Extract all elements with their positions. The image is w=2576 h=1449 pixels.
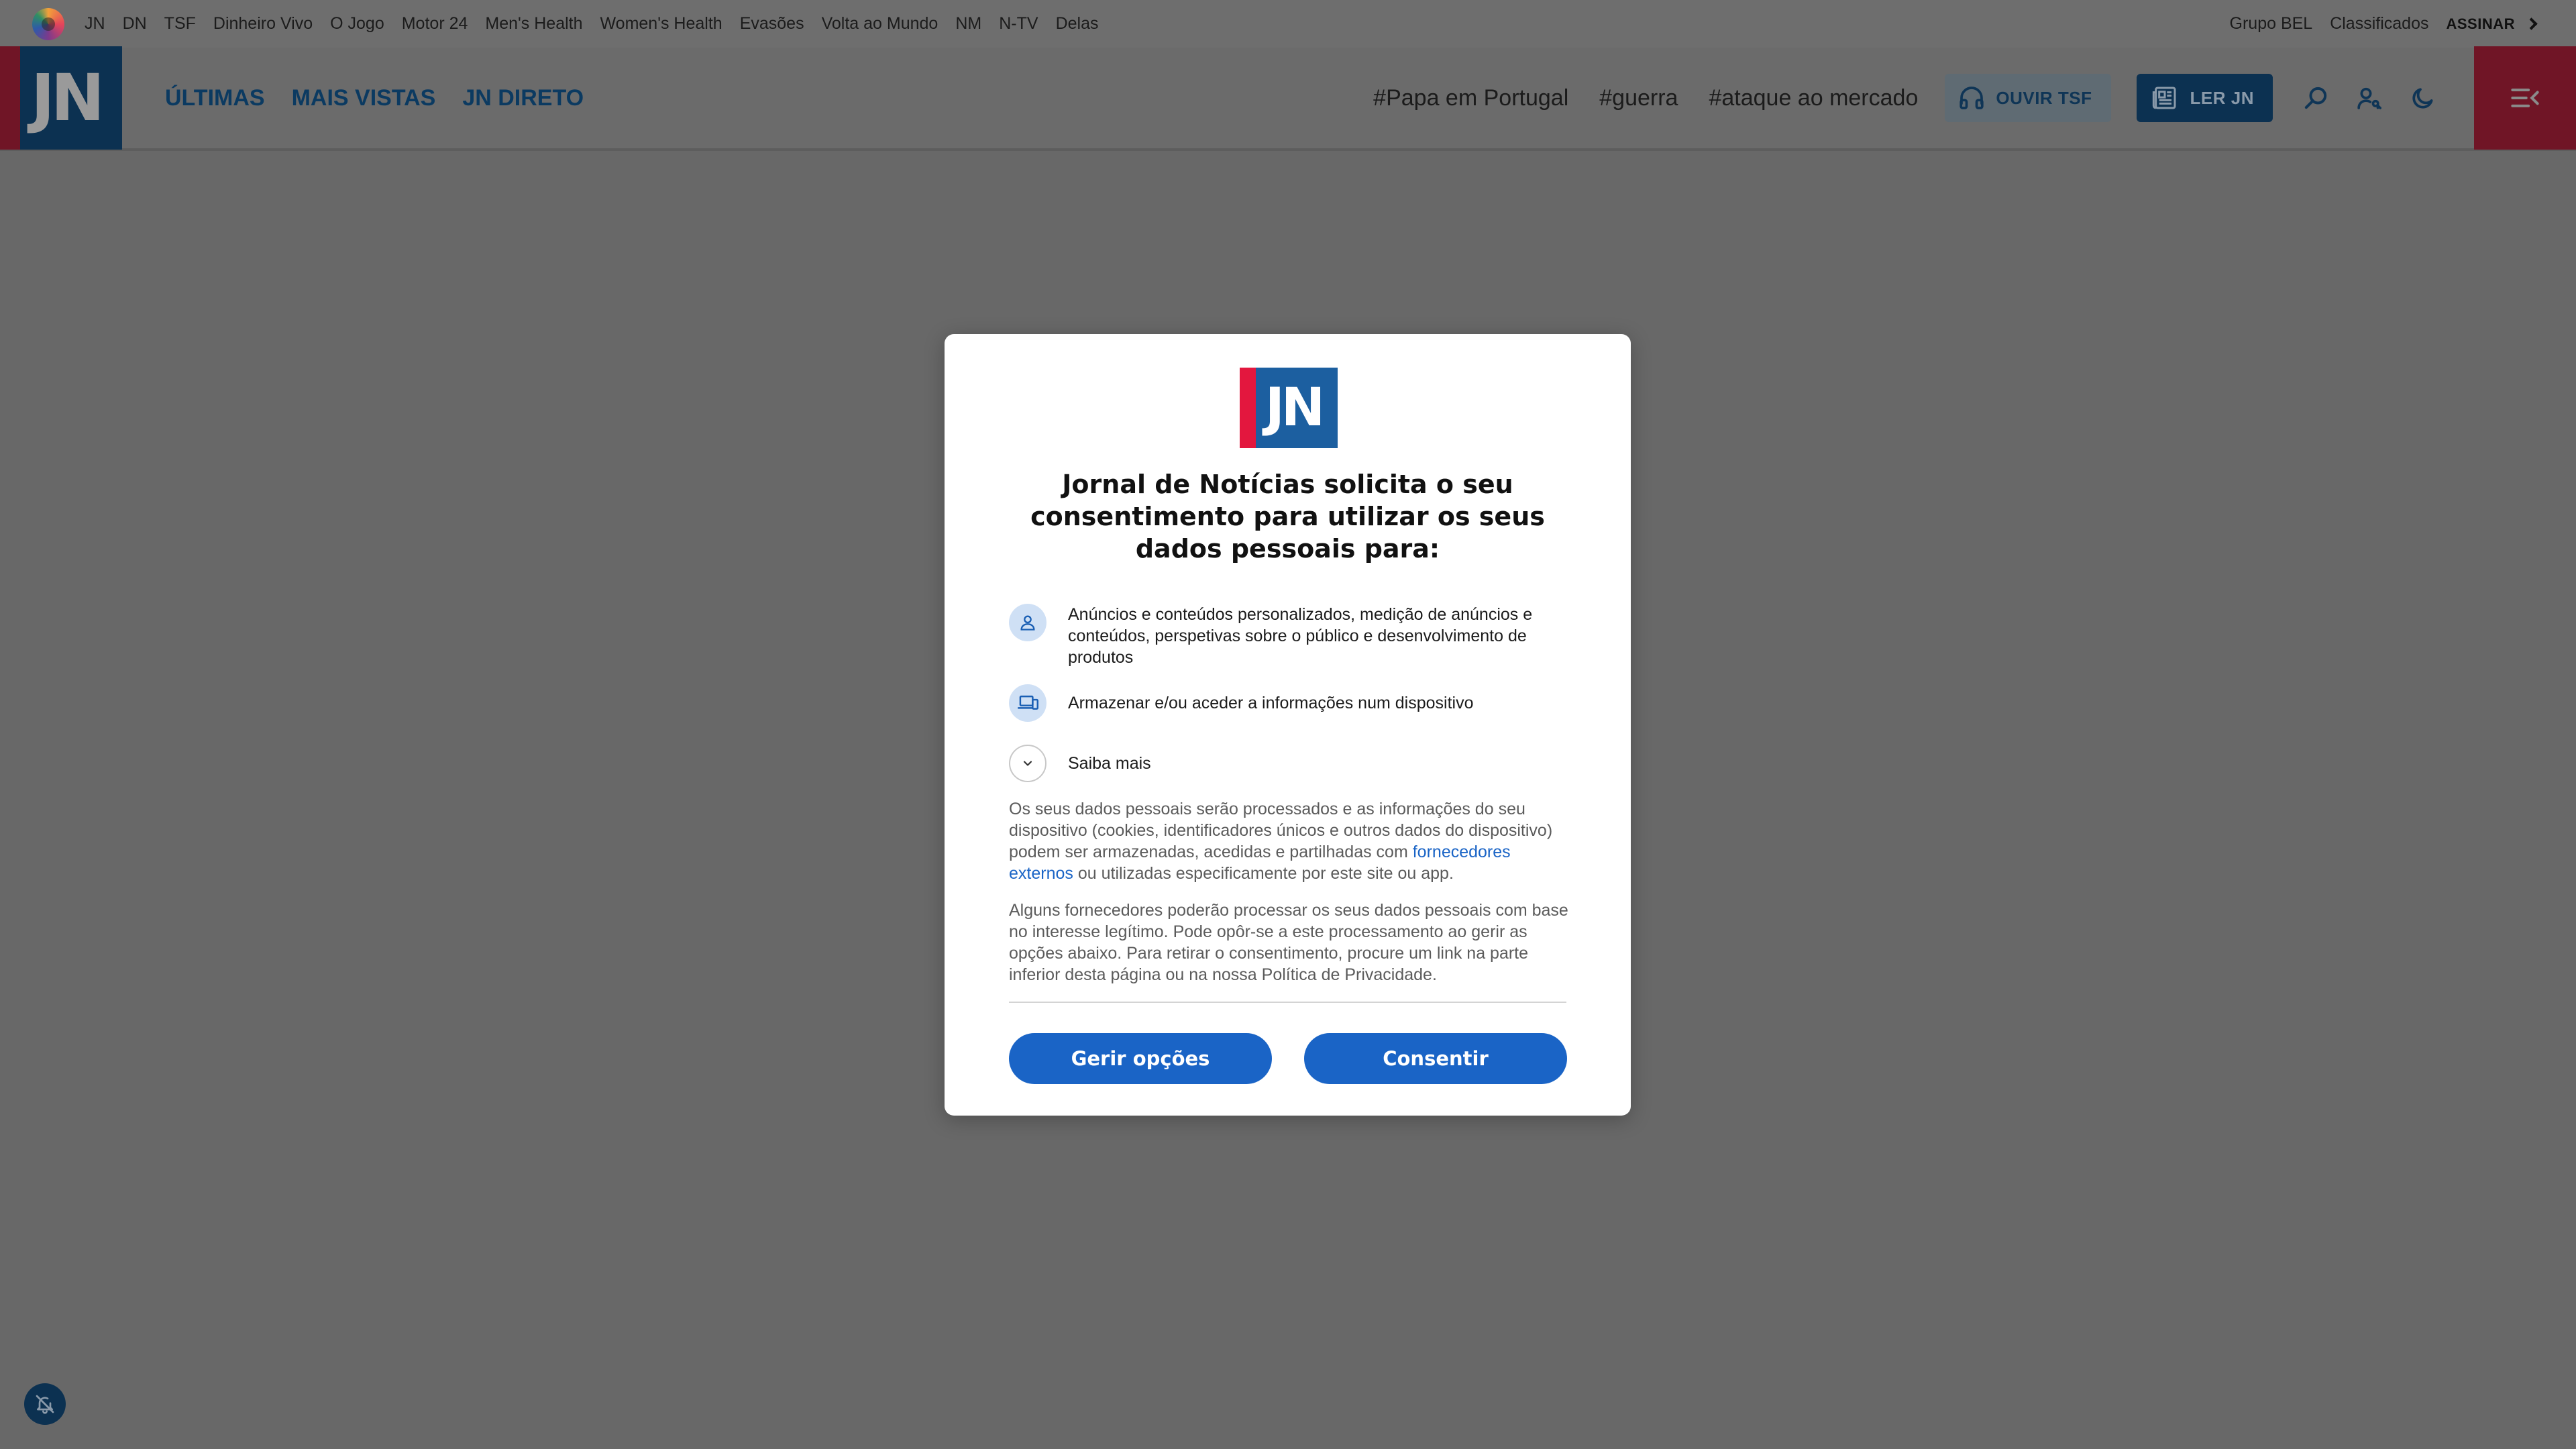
network-link-o-jogo[interactable]: O Jogo <box>330 14 384 34</box>
consent-paragraph-2: Alguns fornecedores poderão processar os… <box>1009 901 1568 984</box>
notifications-button[interactable] <box>24 1383 66 1425</box>
menu-button[interactable] <box>2474 46 2576 150</box>
main-nav: ÚLTIMAS MAIS VISTAS JN DIRETO <box>165 85 610 111</box>
moon-icon <box>2412 88 2433 109</box>
learn-more-toggle[interactable]: Saiba mais <box>1009 745 1151 782</box>
network-logo-icon[interactable] <box>32 7 64 40</box>
listen-tsf-label: OUVIR TSF <box>1996 87 2092 108</box>
purpose-text-storage: Armazenar e/ou aceder a informações num … <box>1068 694 1474 712</box>
network-right-links: Grupo BEL Classificados ASSINAR <box>2230 14 2538 34</box>
user-key-icon <box>2357 87 2381 109</box>
dark-mode-toggle[interactable] <box>2396 71 2450 125</box>
consent-title: Jornal de Notícias solicita o seu consen… <box>1030 470 1545 564</box>
chevron-right-icon <box>2525 17 2538 30</box>
network-link-evasoes[interactable]: Evasões <box>740 14 804 34</box>
consent-button[interactable]: Consentir <box>1304 1033 1567 1084</box>
subscribe-link[interactable]: ASSINAR <box>2446 15 2538 33</box>
search-icon <box>2304 87 2327 109</box>
devices-icon <box>1009 684 1046 722</box>
network-link-womens-health[interactable]: Women's Health <box>600 14 722 34</box>
read-jn-button[interactable]: LER JN <box>2136 74 2273 122</box>
network-link-volta-ao-mundo[interactable]: Volta ao Mundo <box>822 14 938 34</box>
newspaper-icon <box>2152 87 2176 109</box>
purpose-text-ads: Anúncios e conteúdos personalizados, med… <box>1068 605 1533 667</box>
tag-ataque-ao-mercado[interactable]: #ataque ao mercado <box>1709 85 1918 111</box>
nav-item-jn-direto[interactable]: JN DIRETO <box>462 85 584 111</box>
chevron-down-icon <box>1009 745 1046 782</box>
account-button[interactable] <box>2343 71 2396 125</box>
network-link-dn[interactable]: DN <box>123 14 147 34</box>
network-link-tsf[interactable]: TSF <box>164 14 196 34</box>
subscribe-label: ASSINAR <box>2446 15 2515 32</box>
tag-guerra[interactable]: #guerra <box>1599 85 1678 111</box>
network-link-motor-24[interactable]: Motor 24 <box>402 14 468 34</box>
network-link-grupo-bel[interactable]: Grupo BEL <box>2230 14 2313 34</box>
network-link-jn[interactable]: JN <box>85 14 105 34</box>
manage-options-button[interactable]: Gerir opções <box>1009 1033 1272 1084</box>
purpose-item-ads: Anúncios e conteúdos personalizados, med… <box>1009 604 1566 668</box>
network-link-n-tv[interactable]: N-TV <box>999 14 1038 34</box>
network-link-mens-health[interactable]: Men's Health <box>485 14 582 34</box>
learn-more-label: Saiba mais <box>1068 753 1151 773</box>
purpose-item-storage: Armazenar e/ou aceder a informações num … <box>1009 684 1566 722</box>
network-bar: JN DN TSF Dinheiro Vivo O Jogo Motor 24 … <box>0 0 2576 48</box>
jn-logo[interactable]: JN <box>0 46 122 150</box>
consent-logo-text: JN <box>1265 378 1325 438</box>
network-link-dinheiro-vivo[interactable]: Dinheiro Vivo <box>213 14 313 34</box>
divider <box>1009 1002 1566 1003</box>
tag-papa-em-portugal[interactable]: #Papa em Portugal <box>1373 85 1568 111</box>
person-icon <box>1009 604 1046 641</box>
bell-off-icon <box>36 1395 54 1414</box>
consent-logo: JN <box>1240 368 1338 448</box>
consent-dialog: JN Jornal de Notícias solicita o seu con… <box>945 334 1631 1116</box>
network-link-delas[interactable]: Delas <box>1056 14 1099 34</box>
menu-icon <box>2511 89 2539 107</box>
nav-item-mais-vistas[interactable]: MAIS VISTAS <box>292 85 436 111</box>
read-jn-label: LER JN <box>2190 87 2254 108</box>
jn-logo-text: JN <box>30 60 105 136</box>
network-link-nm[interactable]: NM <box>955 14 981 34</box>
trending-tags: #Papa em Portugal #guerra #ataque ao mer… <box>1373 85 1949 111</box>
headphones-icon <box>1960 87 1984 109</box>
consent-paragraph-1: Os seus dados pessoais serão processados… <box>1009 798 1570 884</box>
search-button[interactable] <box>2289 71 2343 125</box>
site-header: JN ÚLTIMAS MAIS VISTAS JN DIRETO #Papa e… <box>0 46 2576 151</box>
listen-tsf-button[interactable]: OUVIR TSF <box>1945 74 2111 122</box>
nav-item-ultimas[interactable]: ÚLTIMAS <box>165 85 265 111</box>
network-link-classificados[interactable]: Classificados <box>2330 14 2428 34</box>
paragraph-1-text-end: ou utilizadas especificamente por este s… <box>1073 864 1454 883</box>
network-links: JN DN TSF Dinheiro Vivo O Jogo Motor 24 … <box>85 14 1116 34</box>
